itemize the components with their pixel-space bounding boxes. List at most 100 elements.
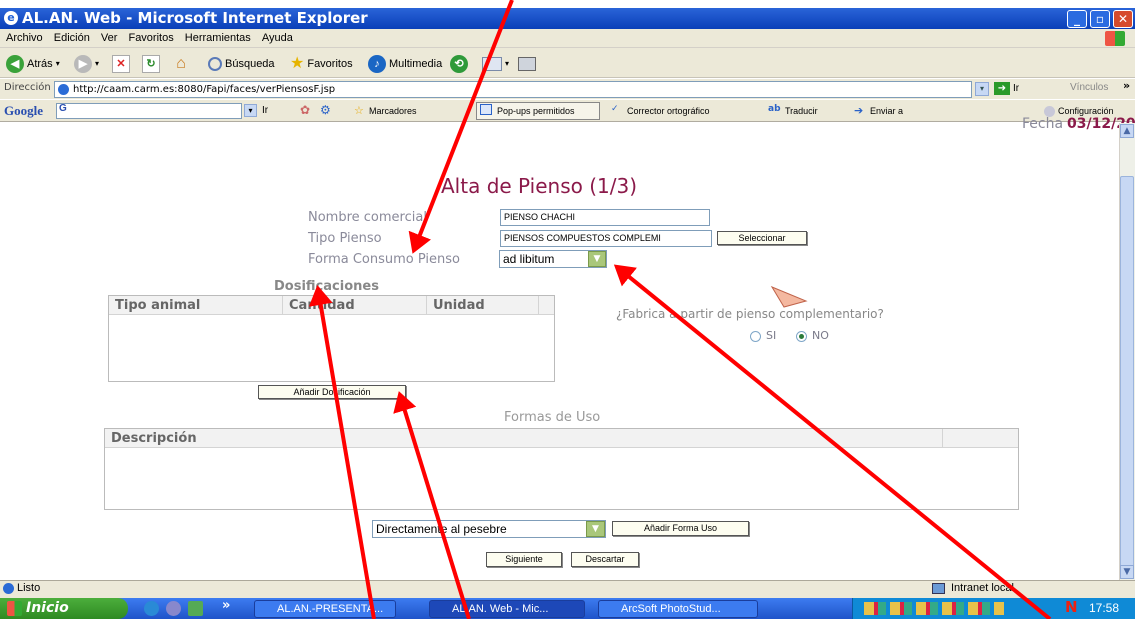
- search-icon: [208, 57, 222, 71]
- translate-button[interactable]: Traducir: [785, 106, 818, 116]
- menu-ver[interactable]: Ver: [101, 29, 118, 48]
- back-arrow-icon: ◀: [6, 55, 24, 73]
- si-radio[interactable]: [750, 331, 761, 342]
- send-to-button[interactable]: Enviar a: [870, 106, 903, 116]
- si-label: SI: [766, 329, 777, 342]
- tipo-pienso-input[interactable]: PIENSOS COMPUESTOS COMPLEMI: [500, 230, 712, 247]
- bookmark-star-icon: ☆: [354, 104, 364, 117]
- quicklaunch-chevron-icon[interactable]: »: [222, 598, 230, 613]
- zone-text: Intranet local: [951, 582, 1014, 594]
- popups-label: Pop-ups permitidos: [497, 106, 575, 116]
- translate-icon: ab: [768, 104, 781, 114]
- forma-consumo-dropdown-icon[interactable]: ▼: [588, 251, 606, 267]
- forward-button[interactable]: ▶ ▾: [74, 54, 99, 74]
- go-button[interactable]: ➜ Ir: [994, 82, 1019, 95]
- add-dosificacion-button[interactable]: Añadir Dosificación: [258, 385, 406, 399]
- menu-ayuda[interactable]: Ayuda: [262, 29, 293, 48]
- maximize-button[interactable]: ▫: [1090, 10, 1110, 28]
- bookmarks-button[interactable]: Marcadores: [369, 106, 417, 116]
- screenshot: AL.AN. Web - Microsoft Internet Explorer…: [0, 0, 1135, 619]
- windows-flag-icon: [1105, 31, 1125, 46]
- multimedia-button[interactable]: ♪ Multimedia: [368, 54, 442, 74]
- links-chevron-icon[interactable]: »: [1123, 79, 1130, 92]
- google-g-icon[interactable]: G: [59, 103, 67, 114]
- forward-arrow-icon: ▶: [74, 55, 92, 73]
- refresh-button[interactable]: ↻: [142, 54, 160, 74]
- menu-favoritos[interactable]: Favoritos: [128, 29, 173, 48]
- status-text: Listo: [17, 582, 41, 594]
- task-arcsoft[interactable]: ArcSoft PhotoStud...: [598, 600, 758, 618]
- tray-n-icon[interactable]: N: [1065, 598, 1078, 616]
- mail-icon: [482, 57, 502, 71]
- settings-button[interactable]: Configuración: [1058, 106, 1114, 116]
- fecha-label: Fecha: [1022, 116, 1064, 132]
- spellcheck-icon: ✓: [611, 104, 619, 114]
- minimize-button[interactable]: _: [1067, 10, 1087, 28]
- pagerank-icon[interactable]: ✿: [300, 103, 310, 117]
- address-dropdown-button[interactable]: ▾: [975, 82, 989, 96]
- menu-edicion[interactable]: Edición: [54, 29, 90, 48]
- page-status-icon: [3, 583, 14, 594]
- spellcheck-button[interactable]: Corrector ortográfico: [627, 106, 710, 116]
- nombre-comercial-input[interactable]: PIENSO CHACHI: [500, 209, 710, 226]
- task-presentation[interactable]: AL.AN.-PRESENTA...: [254, 600, 396, 618]
- google-dropdown-button[interactable]: ▾: [244, 104, 257, 117]
- google-search-input[interactable]: [56, 103, 242, 119]
- home-icon: ⌂: [176, 55, 186, 72]
- back-button[interactable]: ◀ Atrás ▾: [6, 54, 60, 74]
- scroll-thumb[interactable]: [1120, 176, 1134, 568]
- slide-background: [0, 0, 1135, 8]
- history-button[interactable]: ⟲: [450, 54, 468, 74]
- scroll-up-button[interactable]: ▲: [1120, 124, 1134, 138]
- forma-uso-dropdown-icon[interactable]: ▼: [586, 521, 605, 537]
- ie-logo-icon: e: [4, 11, 18, 25]
- standard-toolbar: ◀ Atrás ▾ ▶ ▾ ✕ ↻ ⌂ Búsqueda ★ Favoritos ♪…: [0, 48, 1135, 78]
- menu-herramientas[interactable]: Herramientas: [185, 29, 251, 48]
- refresh-icon: ↻: [142, 55, 160, 73]
- printer-icon: [518, 57, 536, 71]
- media-icon: ♪: [368, 55, 386, 73]
- intranet-icon: [932, 583, 945, 594]
- quicklaunch-ie-icon[interactable]: [144, 601, 159, 616]
- close-button[interactable]: ✕: [1113, 10, 1133, 28]
- tipo-pienso-label: Tipo Pienso: [308, 231, 382, 246]
- forma-uso-select[interactable]: Directamente al pesebre: [372, 520, 606, 538]
- stop-button[interactable]: ✕: [112, 54, 130, 74]
- favorites-button[interactable]: ★ Favoritos: [290, 54, 353, 74]
- address-label: Dirección: [4, 82, 51, 93]
- home-button[interactable]: ⌂: [172, 54, 190, 74]
- no-radio[interactable]: [796, 331, 807, 342]
- google-go-button[interactable]: Ir: [262, 105, 268, 116]
- print-button[interactable]: [518, 54, 536, 74]
- seleccionar-button[interactable]: Seleccionar: [717, 231, 807, 245]
- mail-button[interactable]: ▾: [482, 54, 509, 74]
- page-title: Alta de Pienso (1/3): [441, 174, 638, 198]
- clock: 17:58: [1089, 601, 1120, 615]
- fabrica-question: ¿Fabrica a partir de pienso complementar…: [616, 307, 884, 321]
- quicklaunch-app-icon[interactable]: [188, 601, 203, 616]
- menu-bar: Archivo Edición Ver Favoritos Herramient…: [0, 29, 1135, 48]
- no-label: NO: [812, 329, 829, 342]
- search-button[interactable]: Búsqueda: [208, 54, 275, 74]
- google-options-icon[interactable]: ⚙: [320, 103, 331, 117]
- window-title-bar[interactable]: AL.AN. Web - Microsoft Internet Explorer: [0, 8, 1135, 29]
- window-title: AL.AN. Web - Microsoft Internet Explorer: [22, 9, 368, 27]
- add-forma-uso-button[interactable]: Añadir Forma Uso: [612, 521, 749, 536]
- stop-icon: ✕: [112, 55, 130, 73]
- menu-archivo[interactable]: Archivo: [6, 29, 43, 48]
- formas-uso-header-row: Descripción: [105, 429, 1018, 448]
- column-descripcion: Descripción: [105, 429, 943, 448]
- dosificaciones-header-row: Tipo animal Cantidad Unidad: [109, 296, 554, 315]
- links-label[interactable]: Vínculos: [1070, 82, 1108, 93]
- address-input[interactable]: http://caam.carm.es:8080/Fapi/faces/verP…: [54, 81, 972, 98]
- descartar-button[interactable]: Descartar: [571, 552, 639, 567]
- send-to-icon: ➔: [854, 104, 864, 117]
- task-alan-web[interactable]: AL.AN. Web - Mic...: [429, 600, 585, 618]
- tray-icons[interactable]: [864, 602, 1004, 615]
- scroll-down-button[interactable]: ▼: [1120, 565, 1134, 579]
- siguiente-button[interactable]: Siguiente: [486, 552, 562, 567]
- google-logo: Google: [4, 103, 43, 118]
- quicklaunch-desktop-icon[interactable]: [166, 601, 181, 616]
- formas-uso-title: Formas de Uso: [504, 410, 601, 425]
- history-icon: ⟲: [450, 55, 468, 73]
